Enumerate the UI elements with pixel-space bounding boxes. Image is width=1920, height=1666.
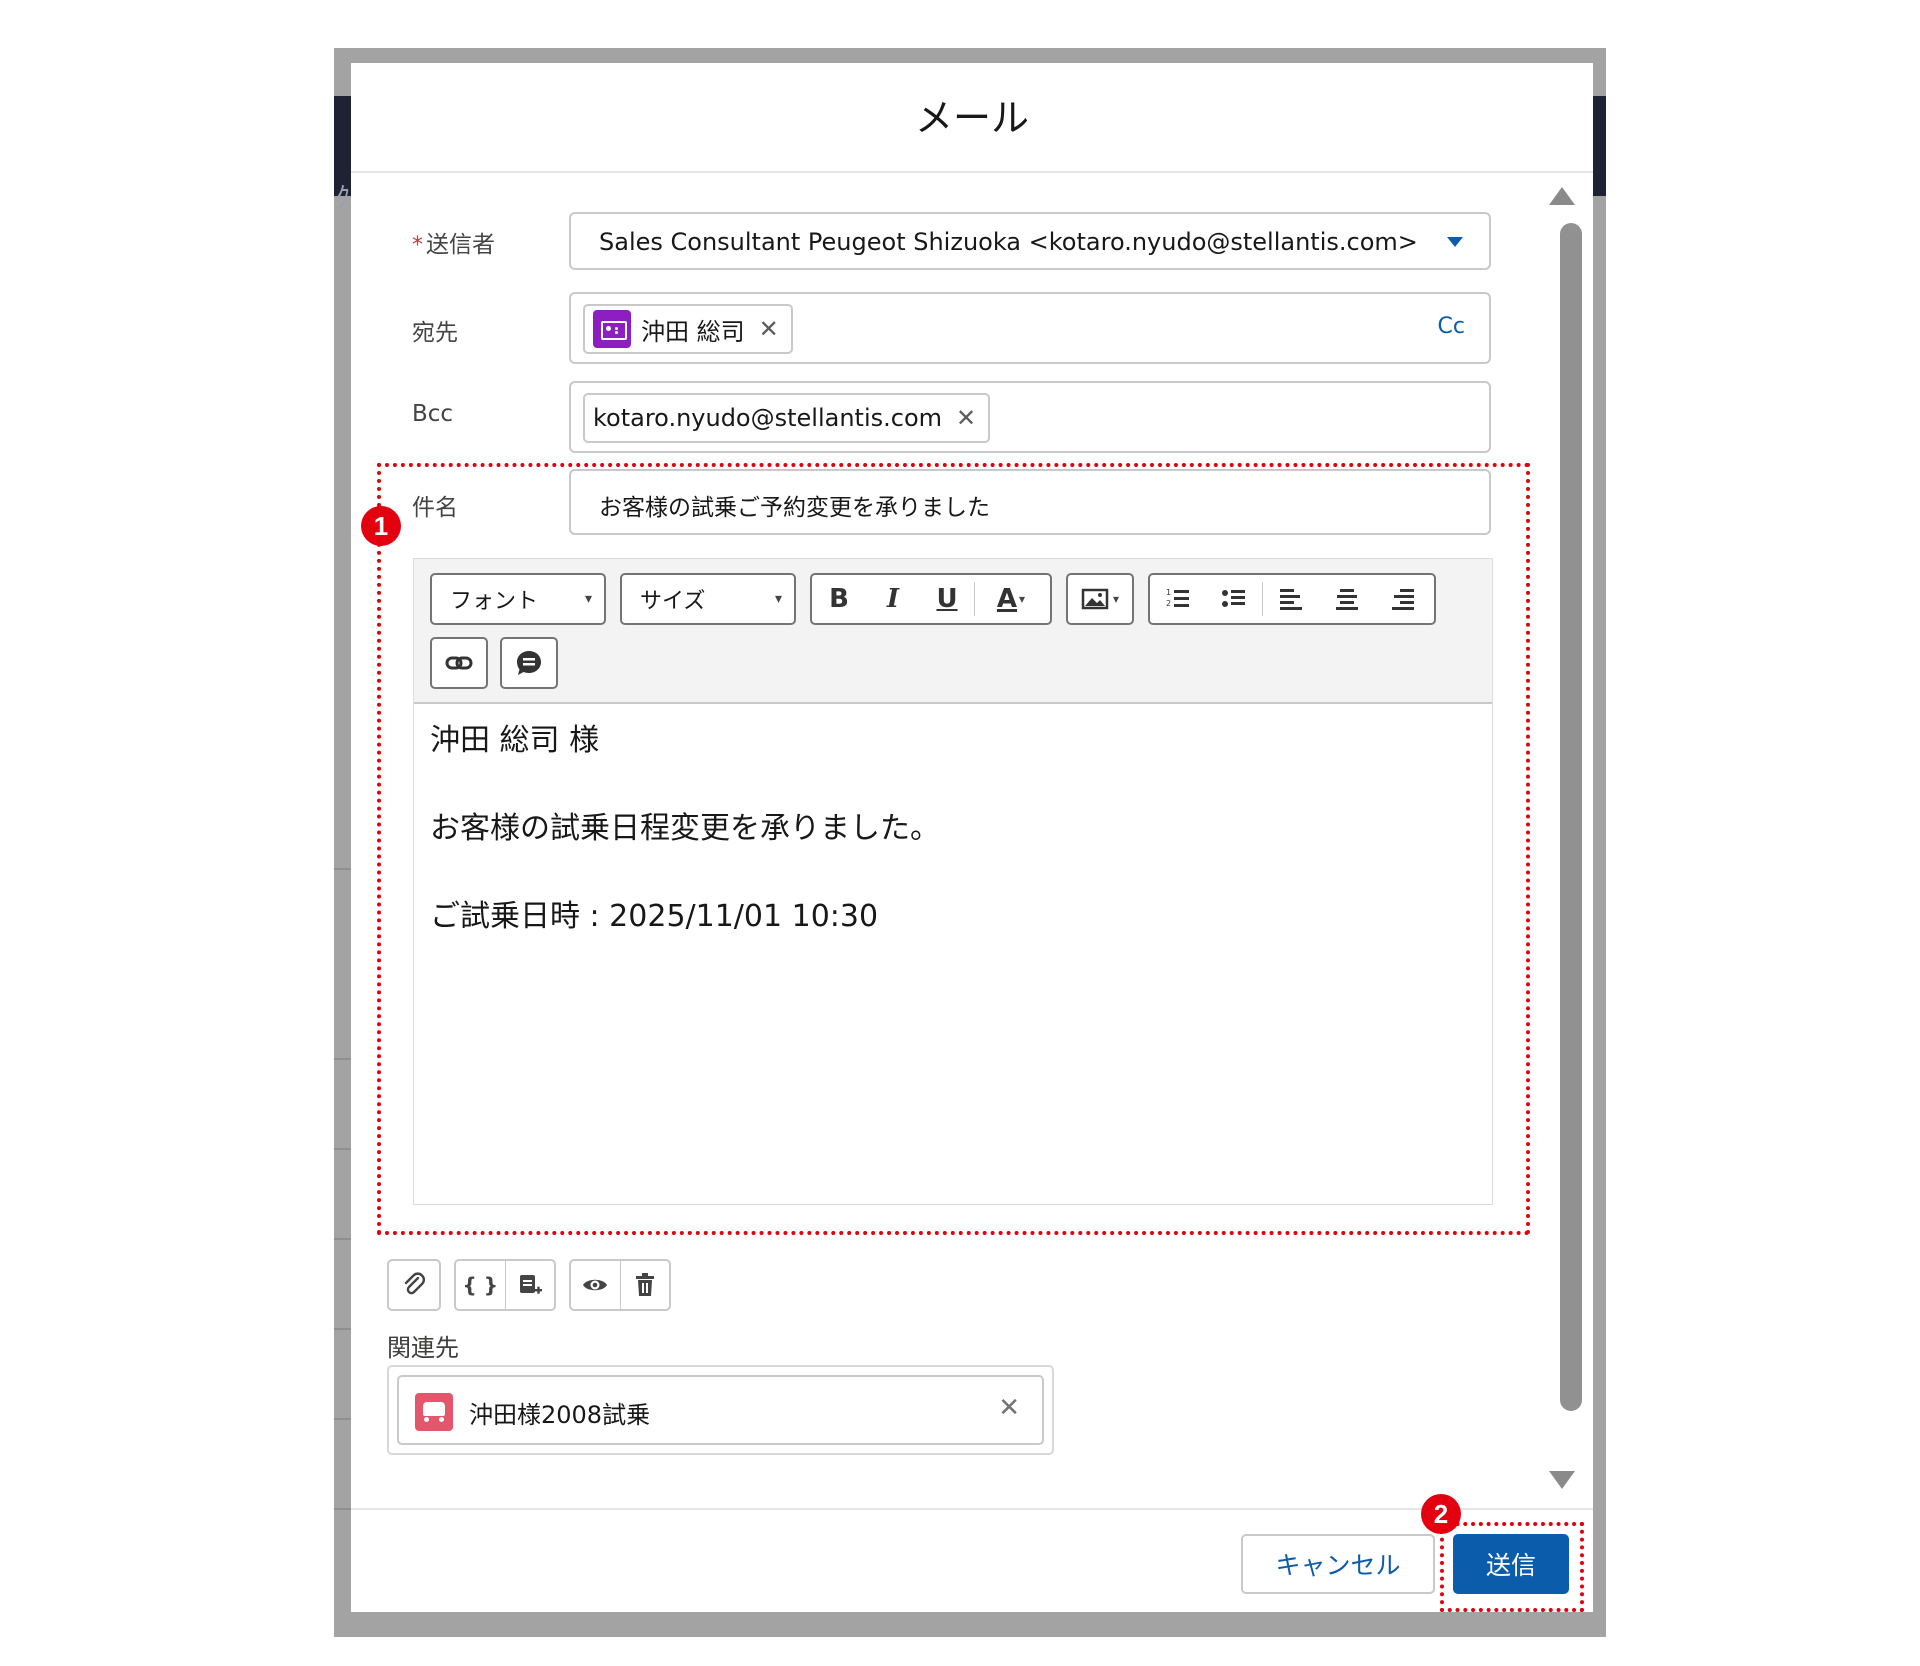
background-glyph: ｸ xyxy=(336,181,351,214)
to-recipient-pill: 沖田 総司 ✕ xyxy=(583,304,793,354)
to-recipient-name: 沖田 総司 xyxy=(641,317,745,346)
related-field: 沖田様2008試乗 ✕ xyxy=(387,1365,1054,1455)
related-label: 関連先 xyxy=(387,1334,459,1362)
preview-button[interactable] xyxy=(571,1261,620,1309)
to-field[interactable]: 沖田 総司 ✕ Cc xyxy=(569,292,1491,364)
background-divider xyxy=(334,1328,352,1330)
scrollbar-thumb[interactable] xyxy=(1560,223,1582,1411)
background-divider xyxy=(334,868,352,870)
car-icon xyxy=(415,1393,453,1431)
callout-number-2: 2 xyxy=(1421,1494,1461,1534)
preview-icon xyxy=(583,1279,608,1291)
contact-icon xyxy=(593,310,631,348)
bcc-field[interactable]: kotaro.nyudo@stellantis.com ✕ xyxy=(569,381,1491,453)
to-label: 宛先 xyxy=(412,320,458,346)
background-divider xyxy=(334,1508,352,1510)
modal-header: メール xyxy=(351,63,1593,173)
bcc-label: Bcc xyxy=(412,401,454,427)
preview-delete-group xyxy=(569,1259,671,1311)
delete-icon xyxy=(635,1273,654,1296)
email-modal: メール * 送信者 Sales Consultant Peugeot Shizuo… xyxy=(351,63,1593,1612)
merge-field-icon: { } xyxy=(462,1273,498,1297)
related-record-name: 沖田様2008試乗 xyxy=(469,1401,651,1429)
related-record-pill[interactable]: 沖田様2008試乗 ✕ xyxy=(397,1375,1044,1445)
callout-box-2 xyxy=(1440,1522,1584,1612)
template-icon xyxy=(519,1275,542,1294)
background-divider xyxy=(334,1418,352,1420)
attach-icon xyxy=(404,1272,426,1295)
template-tools-group: { } xyxy=(454,1259,556,1311)
bcc-recipient-email: kotaro.nyudo@stellantis.com xyxy=(593,404,943,432)
from-value: Sales Consultant Peugeot Shizuoka <kotar… xyxy=(599,228,1418,256)
delete-button[interactable] xyxy=(620,1261,669,1309)
from-label-text: 送信者 xyxy=(426,232,495,258)
background-divider xyxy=(334,1238,352,1240)
from-label: * 送信者 xyxy=(412,225,495,259)
callout-box-1 xyxy=(377,463,1530,1235)
background-divider xyxy=(334,1058,352,1060)
callout-number-1: 1 xyxy=(361,506,401,546)
attach-button[interactable] xyxy=(389,1261,439,1309)
close-icon[interactable]: ✕ xyxy=(956,404,976,432)
caret-down-icon xyxy=(1447,237,1463,247)
modal-title: メール xyxy=(914,96,1029,140)
attach-file-button[interactable] xyxy=(387,1259,441,1311)
cc-link[interactable]: Cc xyxy=(1438,314,1465,339)
required-mark: * xyxy=(412,233,423,258)
from-select[interactable]: Sales Consultant Peugeot Shizuoka <kotar… xyxy=(569,212,1491,270)
merge-field-button[interactable]: { } xyxy=(456,1261,505,1309)
modal-footer: キャンセル 送信 xyxy=(351,1508,1593,1612)
insert-template-button[interactable] xyxy=(505,1261,554,1309)
scroll-down-arrow-icon[interactable] xyxy=(1549,1471,1575,1489)
background-divider xyxy=(334,1148,352,1150)
scroll-up-arrow-icon[interactable] xyxy=(1549,187,1575,205)
cancel-button[interactable]: キャンセル xyxy=(1241,1534,1435,1594)
bcc-recipient-pill: kotaro.nyudo@stellantis.com ✕ xyxy=(583,393,991,443)
close-icon[interactable]: ✕ xyxy=(759,315,779,343)
close-icon[interactable]: ✕ xyxy=(998,1393,1020,1423)
